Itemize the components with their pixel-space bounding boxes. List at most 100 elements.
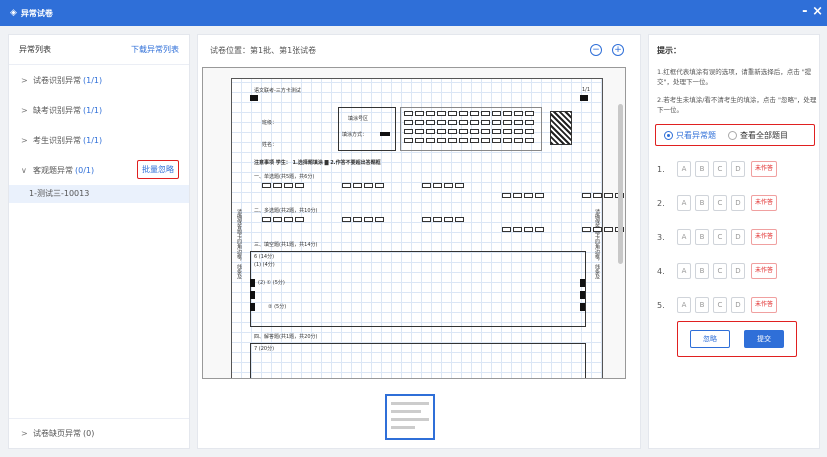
- option-d-button[interactable]: D: [731, 263, 745, 279]
- id-bubble: [481, 120, 490, 125]
- id-bubble: [514, 138, 523, 143]
- category-student[interactable]: > 考生识别异常 (1/1): [9, 125, 189, 155]
- category-absence[interactable]: > 缺考识别异常 (1/1): [9, 95, 189, 125]
- option-b-button[interactable]: B: [695, 229, 709, 245]
- option-a-button[interactable]: A: [677, 229, 691, 245]
- submit-button[interactable]: 提交: [744, 330, 784, 348]
- id-bubble: [426, 120, 435, 125]
- unanswered-badge[interactable]: 未作答: [751, 229, 777, 245]
- timing-mark: [580, 279, 585, 287]
- option-a-button[interactable]: A: [677, 161, 691, 177]
- option-b-button[interactable]: B: [695, 297, 709, 313]
- ignore-button[interactable]: 忽略: [690, 330, 730, 348]
- id-bubble: [525, 138, 534, 143]
- id-bubble: [448, 111, 457, 116]
- id-bubble: [404, 120, 413, 125]
- option-c-button[interactable]: C: [713, 161, 727, 177]
- answer-bubble: [364, 183, 373, 188]
- option-c-button[interactable]: C: [713, 195, 727, 211]
- zoom-out-icon[interactable]: −: [590, 44, 602, 56]
- id-bubble: [514, 129, 523, 134]
- id-bubble: [437, 111, 446, 116]
- id-bubble: [503, 138, 512, 143]
- answer-bubble: [353, 183, 362, 188]
- answer-bubble: [502, 227, 511, 232]
- option-a-button[interactable]: A: [677, 195, 691, 211]
- tip-2: 2.若考生未填涂/看不清考生的填涂，点击 "忽略"，处理下一位。: [657, 96, 817, 114]
- id-zone-box: [338, 107, 396, 151]
- category-paper[interactable]: > 试卷识别异常 (1/1): [9, 65, 189, 95]
- zoom-in-icon[interactable]: +: [612, 44, 624, 56]
- chevron-right-icon: >: [21, 429, 28, 438]
- answer-bubble: [364, 217, 373, 222]
- timing-mark: [250, 303, 255, 311]
- id-bubble: [525, 129, 534, 134]
- id-bubble: [448, 138, 457, 143]
- radio-all-questions[interactable]: [728, 130, 737, 140]
- category-label: 试卷识别异常: [33, 75, 81, 85]
- tips-title: 提示：: [657, 46, 681, 55]
- option-a-button[interactable]: A: [677, 297, 691, 313]
- q6-part2: (2) ① (5分): [258, 280, 285, 286]
- action-box: 忽略 提交: [677, 321, 797, 357]
- id-bubble: [514, 120, 523, 125]
- answer-bubble: [444, 183, 453, 188]
- option-b-button[interactable]: B: [695, 161, 709, 177]
- answer-sheet-viewport[interactable]: 语文联考-三方卡测试 1/1 班级： 姓名： 填涂号区 填涂方式： 注意事项 学…: [202, 67, 626, 379]
- batch-ignore-button[interactable]: 批量忽略: [137, 160, 179, 179]
- unanswered-badge[interactable]: 未作答: [751, 263, 777, 279]
- id-bubble: [492, 138, 501, 143]
- radio-all-questions-label[interactable]: 查看全部题目: [740, 130, 788, 141]
- id-bubble: [492, 111, 501, 116]
- unanswered-badge[interactable]: 未作答: [751, 195, 777, 211]
- q6-part3: ② (5分): [268, 304, 287, 310]
- id-bubble: [426, 129, 435, 134]
- id-bubble: [492, 129, 501, 134]
- tips-panel: 提示： 1.红框代表填涂有误的选项，请重新选择后，点击 "提交"，处理下一位。 …: [648, 34, 820, 449]
- q7-label: 7 (20分): [254, 346, 275, 352]
- id-bubble: [481, 138, 490, 143]
- list-item[interactable]: 1-测试三-10013: [9, 185, 189, 203]
- window-controls[interactable]: - ×: [802, 4, 823, 19]
- option-b-button[interactable]: B: [695, 263, 709, 279]
- answer-bubble: [535, 227, 544, 232]
- answer-bubble: [284, 217, 293, 222]
- vertical-scrollbar[interactable]: [618, 104, 623, 264]
- answer-bubble: [524, 193, 533, 198]
- category-missing-page[interactable]: > 试卷缺页异常 (0): [9, 418, 189, 448]
- category-objective[interactable]: ∨ 客观题异常 (0/1) 批量忽略: [9, 155, 189, 185]
- timing-mark: [250, 291, 255, 299]
- option-d-button[interactable]: D: [731, 195, 745, 211]
- answer-bubble: [593, 227, 602, 232]
- category-label: 缺考识别异常: [33, 105, 81, 115]
- answer-bubble: [375, 217, 384, 222]
- option-d-button[interactable]: D: [731, 229, 745, 245]
- download-list-link[interactable]: 下载异常列表: [131, 44, 179, 55]
- category-count: (1/1): [83, 105, 103, 115]
- answer-bubble: [513, 227, 522, 232]
- id-bubble: [525, 111, 534, 116]
- unanswered-badge[interactable]: 未作答: [751, 161, 777, 177]
- option-d-button[interactable]: D: [731, 297, 745, 313]
- page-thumbnail[interactable]: [385, 394, 435, 440]
- option-a-button[interactable]: A: [677, 263, 691, 279]
- chevron-down-icon: ∨: [21, 165, 27, 175]
- answer-bubble: [455, 183, 464, 188]
- answer-bubble: [535, 193, 544, 198]
- paper-viewer: 试卷位置：第1批、第1张试卷 − + 语文联考-三方卡测试 1/1 班级： 姓名…: [197, 34, 641, 449]
- timing-mark: [250, 279, 255, 287]
- radio-only-abnormal[interactable]: [664, 130, 673, 140]
- anchor-mark: [580, 95, 588, 101]
- answer-bubble: [582, 193, 591, 198]
- id-bubble: [415, 129, 424, 134]
- option-c-button[interactable]: C: [713, 297, 727, 313]
- unanswered-badge[interactable]: 未作答: [751, 297, 777, 313]
- timing-mark: [580, 303, 585, 311]
- option-c-button[interactable]: C: [713, 229, 727, 245]
- id-bubble: [415, 111, 424, 116]
- option-d-button[interactable]: D: [731, 161, 745, 177]
- radio-only-abnormal-label[interactable]: 只看异常题: [676, 130, 716, 141]
- option-b-button[interactable]: B: [695, 195, 709, 211]
- option-c-button[interactable]: C: [713, 263, 727, 279]
- panel-title: 异常列表: [19, 45, 51, 54]
